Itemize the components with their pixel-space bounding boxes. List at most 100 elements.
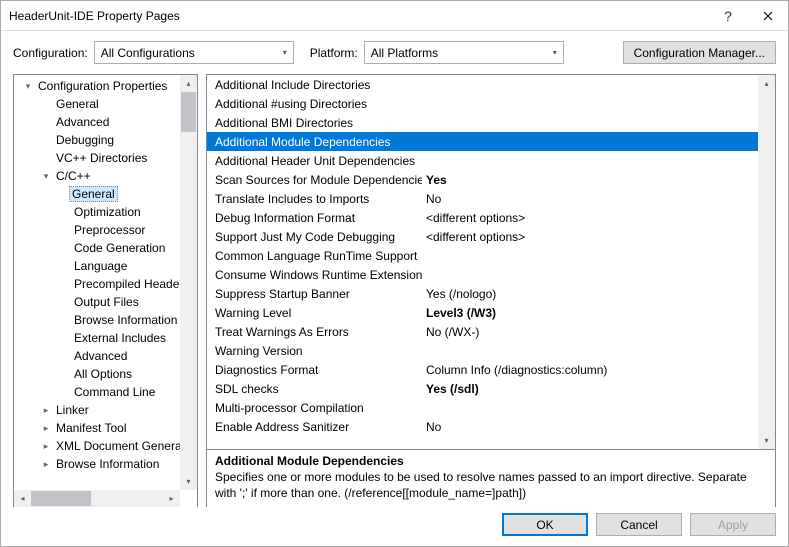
caret-down-icon[interactable]: ▾ <box>20 81 36 92</box>
caret-down-icon[interactable]: ▾ <box>38 171 54 182</box>
property-row[interactable]: Additional Include Directories <box>207 75 775 94</box>
property-grid[interactable]: Additional Include Directories Additional… <box>206 74 776 450</box>
property-row[interactable]: Additional #using Directories <box>207 94 775 113</box>
tree-item[interactable]: ▾C/C++ <box>14 167 197 185</box>
tree-item[interactable]: General <box>14 185 197 203</box>
caret-right-icon[interactable]: ▸ <box>38 441 54 452</box>
tree-item[interactable]: Browse Information <box>14 311 197 329</box>
ok-button[interactable]: OK <box>502 513 588 536</box>
property-row[interactable]: Suppress Startup BannerYes (/nologo) <box>207 284 775 303</box>
property-name: Additional #using Directories <box>207 97 422 111</box>
property-row[interactable]: Diagnostics FormatColumn Info (/diagnost… <box>207 360 775 379</box>
tree-item-label: Advanced <box>54 115 109 129</box>
property-row[interactable]: Treat Warnings As ErrorsNo (/WX-) <box>207 322 775 341</box>
property-row[interactable]: Multi-processor Compilation <box>207 398 775 417</box>
help-button[interactable]: ? <box>708 1 748 30</box>
caret-right-icon[interactable]: ▸ <box>38 459 54 470</box>
property-row[interactable]: Enable Address SanitizerNo <box>207 417 775 436</box>
tree-item-label: Optimization <box>72 205 141 219</box>
property-name: SDL checks <box>207 382 422 396</box>
tree-item-label: Code Generation <box>72 241 165 255</box>
tree-item-label: Language <box>72 259 127 273</box>
tree-item[interactable]: VC++ Directories <box>14 149 197 167</box>
property-row[interactable]: Common Language RunTime Support <box>207 246 775 265</box>
tree-item[interactable]: Debugging <box>14 131 197 149</box>
tree-item-label: Output Files <box>72 295 139 309</box>
tree-scrollbar-horizontal[interactable]: ◂ ▸ <box>14 490 180 507</box>
tree-item[interactable]: Language <box>14 257 197 275</box>
tree-item[interactable]: ▸Manifest Tool <box>14 419 197 437</box>
scroll-down-icon[interactable]: ▾ <box>758 432 775 449</box>
tree-item[interactable]: ▸Browse Information <box>14 455 197 473</box>
property-row[interactable]: Support Just My Code Debugging<different… <box>207 227 775 246</box>
tree-item[interactable]: Preprocessor <box>14 221 197 239</box>
tree-item[interactable]: All Options <box>14 365 197 383</box>
scroll-up-icon[interactable]: ▴ <box>180 75 197 92</box>
tree-item[interactable]: Advanced <box>14 113 197 131</box>
grid-scrollbar-vertical[interactable]: ▴ ▾ <box>758 75 775 449</box>
tree-item-label: External Includes <box>72 331 166 345</box>
property-row[interactable]: Translate Includes to ImportsNo <box>207 189 775 208</box>
property-value[interactable]: Yes <box>422 173 775 187</box>
scroll-up-icon[interactable]: ▴ <box>758 75 775 92</box>
scroll-right-icon[interactable]: ▸ <box>163 490 180 507</box>
tree-item[interactable]: External Includes <box>14 329 197 347</box>
tree-scroll-thumb-v[interactable] <box>181 92 196 132</box>
tree-item[interactable]: Optimization <box>14 203 197 221</box>
tree-viewport[interactable]: ▾Configuration PropertiesGeneralAdvanced… <box>14 75 197 507</box>
dialog-footer: OK Cancel Apply <box>1 507 788 546</box>
scroll-left-icon[interactable]: ◂ <box>14 490 31 507</box>
property-row[interactable]: Consume Windows Runtime Extension <box>207 265 775 284</box>
description-text: Specifies one or more modules to be used… <box>215 470 767 501</box>
property-row[interactable]: Additional Module Dependencies▾ <box>207 132 775 151</box>
tree-item-label: Precompiled Heade <box>72 277 179 291</box>
tree-scrollbar-vertical[interactable]: ▴ ▾ <box>180 75 197 490</box>
tree-item[interactable]: Advanced <box>14 347 197 365</box>
property-value[interactable]: No (/WX-) <box>422 325 775 339</box>
tree-item-label: Debugging <box>54 133 114 147</box>
property-value[interactable]: Yes (/sdl) <box>422 382 775 396</box>
apply-button[interactable]: Apply <box>690 513 776 536</box>
tree-item[interactable]: ▸Linker <box>14 401 197 419</box>
property-value[interactable]: Yes (/nologo) <box>422 287 775 301</box>
platform-combo[interactable]: All Platforms ▾ <box>364 41 564 64</box>
property-row[interactable]: Additional Header Unit Dependencies <box>207 151 775 170</box>
property-row[interactable]: Scan Sources for Module DependenciesYes <box>207 170 775 189</box>
tree-item[interactable]: Code Generation <box>14 239 197 257</box>
property-name: Consume Windows Runtime Extension <box>207 268 422 282</box>
property-row[interactable]: Debug Information Format<different optio… <box>207 208 775 227</box>
property-value[interactable]: Level3 (/W3) <box>422 306 775 320</box>
tree-item[interactable]: General <box>14 95 197 113</box>
property-value[interactable]: <different options> <box>422 211 775 225</box>
property-value[interactable]: Column Info (/diagnostics:column) <box>422 363 775 377</box>
tree-item[interactable]: ▾Configuration Properties <box>14 77 197 95</box>
configuration-manager-button[interactable]: Configuration Manager... <box>623 41 776 64</box>
configuration-combo[interactable]: All Configurations ▾ <box>94 41 294 64</box>
close-button[interactable] <box>748 1 788 30</box>
config-toolbar: Configuration: All Configurations ▾ Plat… <box>1 31 788 74</box>
caret-right-icon[interactable]: ▸ <box>38 405 54 416</box>
cancel-button[interactable]: Cancel <box>596 513 682 536</box>
property-row[interactable]: SDL checksYes (/sdl) <box>207 379 775 398</box>
tree-item[interactable]: Command Line <box>14 383 197 401</box>
property-row[interactable]: Warning LevelLevel3 (/W3) <box>207 303 775 322</box>
tree-item-label: Configuration Properties <box>36 79 167 93</box>
property-row[interactable]: Warning Version <box>207 341 775 360</box>
property-value[interactable]: <different options> <box>422 230 775 244</box>
tree-item[interactable]: Precompiled Heade <box>14 275 197 293</box>
property-panel: Additional Include Directories Additional… <box>206 74 776 507</box>
property-name: Multi-processor Compilation <box>207 401 422 415</box>
scroll-down-icon[interactable]: ▾ <box>180 473 197 490</box>
caret-right-icon[interactable]: ▸ <box>38 423 54 434</box>
property-name: Translate Includes to Imports <box>207 192 422 206</box>
tree-scroll-thumb-h[interactable] <box>31 491 91 506</box>
property-value[interactable]: No <box>422 192 775 206</box>
property-row[interactable]: Additional BMI Directories <box>207 113 775 132</box>
tree-item[interactable]: ▸XML Document Genera <box>14 437 197 455</box>
tree-item[interactable]: Output Files <box>14 293 197 311</box>
tree-item-label: Browse Information <box>72 313 177 327</box>
close-icon <box>763 11 773 21</box>
property-value[interactable]: No <box>422 420 775 434</box>
description-heading: Additional Module Dependencies <box>215 454 767 468</box>
property-name: Additional Module Dependencies <box>207 135 422 149</box>
